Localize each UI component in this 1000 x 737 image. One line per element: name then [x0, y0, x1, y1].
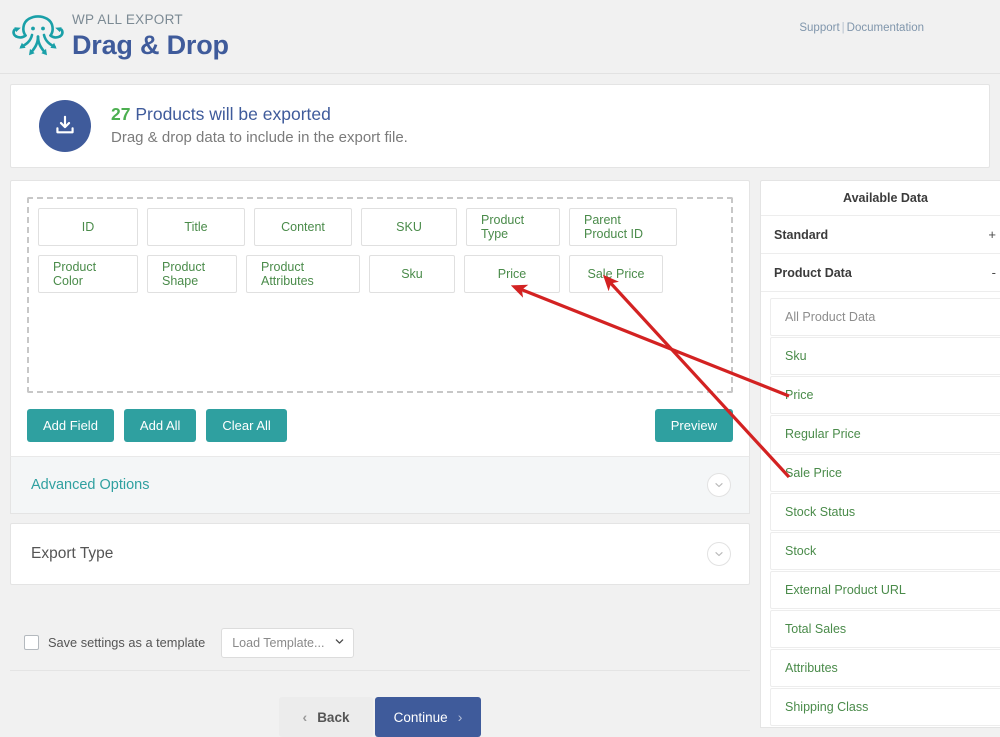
page-title: Drag & Drop [72, 29, 229, 61]
available-data-item[interactable]: Sku [770, 337, 1000, 375]
drop-zone[interactable]: IDTitleContentSKUProduct TypeParent Prod… [27, 197, 733, 393]
chevron-right-icon: › [458, 709, 463, 725]
available-data-item[interactable]: All Product Data [770, 298, 1000, 336]
left-column: IDTitleContentSKUProduct TypeParent Prod… [10, 180, 750, 737]
clear-all-button[interactable]: Clear All [206, 409, 286, 442]
available-data-item[interactable]: Regular Price [770, 415, 1000, 453]
wizard-navigation: ‹ Back Continue › [10, 697, 750, 737]
field-chip[interactable]: Sku [369, 255, 455, 293]
available-data-item[interactable]: Stock [770, 532, 1000, 570]
field-chip[interactable]: Product Attributes [246, 255, 360, 293]
right-column: Available Data Standard + Product Data -… [760, 180, 1000, 728]
drag-drop-actions: Add Field Add All Clear All Preview [27, 409, 733, 442]
save-template-label: Save settings as a template [48, 635, 205, 650]
load-template-value: Load Template... [232, 636, 324, 650]
continue-button-label: Continue [394, 710, 448, 725]
available-data-item[interactable]: Sale Price [770, 454, 1000, 492]
brand-kicker: WP ALL EXPORT [72, 12, 229, 28]
brand-text: WP ALL EXPORT Drag & Drop [72, 8, 229, 61]
available-data-item[interactable]: Total Sales [770, 610, 1000, 648]
app-header: WP ALL EXPORT Drag & Drop Support|Docume… [0, 0, 1000, 74]
available-data-item[interactable]: External Product URL [770, 571, 1000, 609]
export-notice: 27 Products will be exported Drag & drop… [10, 84, 990, 168]
field-chip[interactable]: ID [38, 208, 138, 246]
header-links: Support|Documentation [799, 22, 924, 34]
export-type-label: Export Type [31, 545, 113, 563]
available-data-item[interactable]: Shipping Class [770, 688, 1000, 726]
sidebar-group-product-data-label: Product Data [774, 266, 852, 280]
export-type-section[interactable]: Export Type [10, 523, 750, 585]
advanced-options-section[interactable]: Advanced Options [10, 456, 750, 514]
save-template-checkbox[interactable] [24, 635, 39, 650]
field-chip[interactable]: Content [254, 208, 352, 246]
continue-button[interactable]: Continue › [375, 697, 481, 737]
download-icon [39, 100, 91, 152]
back-button[interactable]: ‹ Back [279, 697, 373, 737]
available-data-item[interactable]: Stock Status [770, 493, 1000, 531]
advanced-options-label: Advanced Options [31, 477, 150, 493]
chevron-down-icon[interactable] [707, 473, 731, 497]
brand: WP ALL EXPORT Drag & Drop [10, 8, 229, 66]
documentation-link[interactable]: Documentation [847, 22, 924, 34]
octopus-logo-icon [10, 8, 66, 66]
drag-drop-card: IDTitleContentSKUProduct TypeParent Prod… [10, 180, 750, 456]
available-data-item[interactable]: Price [770, 376, 1000, 414]
sidebar-group-standard-label: Standard [774, 228, 828, 242]
field-chip[interactable]: Product Type [466, 208, 560, 246]
notice-subtitle: Drag & drop data to include in the expor… [111, 127, 408, 149]
available-data-list: All Product DataSkuPriceRegular PriceSal… [761, 292, 1000, 726]
sidebar-group-standard[interactable]: Standard + [761, 216, 1000, 254]
notice-title-rest: Products will be exported [130, 104, 330, 124]
main-content: IDTitleContentSKUProduct TypeParent Prod… [0, 180, 1000, 737]
field-chip[interactable]: Title [147, 208, 245, 246]
field-chip[interactable]: Price [464, 255, 560, 293]
field-chip[interactable]: Product Color [38, 255, 138, 293]
back-button-label: Back [317, 710, 349, 725]
chevron-left-icon: ‹ [303, 709, 308, 725]
notice-text: 27 Products will be exported Drag & drop… [111, 103, 408, 149]
add-field-button[interactable]: Add Field [27, 409, 114, 442]
link-separator: | [842, 22, 845, 34]
sidebar-group-product-data[interactable]: Product Data - [761, 254, 1000, 292]
preview-button[interactable]: Preview [655, 409, 733, 442]
chevron-down-icon[interactable] [707, 542, 731, 566]
product-count: 27 [111, 104, 130, 124]
field-chip[interactable]: SKU [361, 208, 457, 246]
load-template-select[interactable]: Load Template... [221, 628, 354, 658]
plus-icon: + [988, 227, 998, 242]
available-data-item[interactable]: Attributes [770, 649, 1000, 687]
field-chip[interactable]: Product Shape [147, 255, 237, 293]
support-link[interactable]: Support [799, 22, 839, 34]
field-chip[interactable]: Parent Product ID [569, 208, 677, 246]
available-data-sidebar: Available Data Standard + Product Data -… [760, 180, 1000, 728]
chevron-down-icon [334, 636, 345, 650]
field-chip[interactable]: Sale Price [569, 255, 663, 293]
minus-icon: - [992, 265, 998, 280]
template-row: Save settings as a template Load Templat… [10, 615, 750, 671]
add-all-button[interactable]: Add All [124, 409, 196, 442]
available-data-heading: Available Data [761, 181, 1000, 216]
notice-title: 27 Products will be exported [111, 103, 408, 126]
